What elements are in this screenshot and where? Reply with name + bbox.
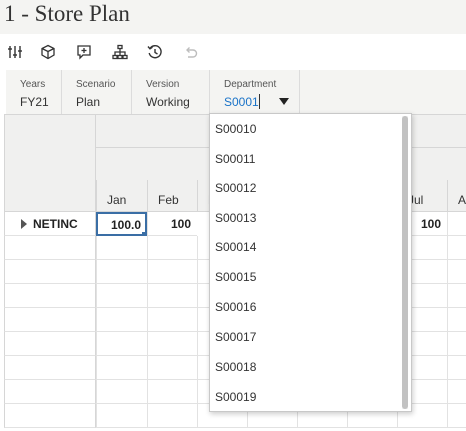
title-bar: 1 - Store Plan [0,0,466,34]
sliders-icon[interactable] [5,42,25,62]
pov-years-value: FY21 [20,95,49,109]
toolbar [0,34,466,70]
dropdown-option[interactable]: S00018 [215,352,400,381]
dropdown-option[interactable]: S00011 [215,144,400,173]
dropdown-option[interactable]: S00014 [215,232,400,261]
grid-cell[interactable] [447,332,466,356]
grid-cell[interactable]: 100 [147,212,197,236]
chevron-down-icon[interactable] [279,98,289,105]
dropdown-option[interactable]: S00015 [215,262,400,291]
department-dropdown-list[interactable]: S00010 S00011 S00012 S00013 S00014 S0001… [209,113,412,412]
grid-cell[interactable] [147,332,197,356]
dropdown-option[interactable]: S00013 [215,203,400,232]
cube-settings-icon[interactable] [38,42,58,62]
column-header[interactable]: Au [447,180,466,212]
pov-version-label: Version [146,79,180,90]
dropdown-option[interactable]: S00012 [215,173,400,202]
pov-version[interactable]: Version Working [132,70,210,114]
undo-icon[interactable] [180,42,200,62]
grid-cell[interactable] [96,284,147,308]
grid-cell[interactable] [447,260,466,284]
add-comment-icon[interactable] [74,42,94,62]
pov-version-value: Working [146,95,190,109]
grid-cell[interactable] [96,260,147,284]
empty-row-header[interactable] [4,236,96,260]
pov-scenario-value: Plan [76,95,101,109]
row-header-netinc[interactable]: NETINC [4,212,96,236]
grid-cell[interactable] [96,236,147,260]
expand-icon[interactable] [21,219,27,229]
column-header[interactable]: Feb [147,180,197,212]
grid-cell[interactable] [96,332,147,356]
hierarchy-icon[interactable] [110,42,130,62]
dropdown-option[interactable]: S00017 [215,322,400,351]
pov-years[interactable]: Years FY21 [6,70,62,114]
grid-cell[interactable] [447,404,466,428]
grid-cell[interactable] [147,236,197,260]
grid-cell[interactable] [447,308,466,332]
grid-cell[interactable] [96,356,147,380]
grid-cell[interactable] [147,308,197,332]
page-title: 1 - Store Plan [4,1,130,26]
row-header-label: NETINC [33,217,78,231]
grid-cell[interactable] [147,260,197,284]
text-caret [259,94,260,109]
grid-cell[interactable] [96,308,147,332]
pov-department-label: Department [224,79,277,90]
grid-cell[interactable] [96,404,147,428]
grid-cell[interactable] [447,380,466,404]
empty-row-header[interactable] [4,284,96,308]
grid-cell[interactable] [447,356,466,380]
empty-row-header[interactable] [4,404,96,428]
empty-row-header[interactable] [4,380,96,404]
grid-cell[interactable] [147,356,197,380]
column-header[interactable]: Jan [96,180,147,212]
dropdown-option[interactable]: S00010 [215,114,400,143]
grid-cell[interactable] [96,380,147,404]
pov-scenario-label: Scenario [76,79,116,90]
pov-years-label: Years [20,79,46,90]
grid-cell-active[interactable]: 100.0 [96,212,147,236]
empty-row-header[interactable] [4,356,96,380]
grid-cell[interactable] [447,212,466,236]
grid-cell[interactable] [147,284,197,308]
grid-cell[interactable] [447,236,466,260]
grid-cell[interactable] [147,404,197,428]
pov-bar: Years FY21 Scenario Plan Version Working… [6,70,466,114]
empty-row-header[interactable] [4,260,96,284]
dropdown-scrollbar-thumb[interactable] [402,116,408,409]
empty-row-header[interactable] [4,308,96,332]
grid-corner [4,114,96,212]
grid-cell[interactable] [147,380,197,404]
dropdown-option[interactable]: S00016 [215,292,400,321]
dropdown-option[interactable]: S00019 [215,382,400,411]
history-icon[interactable] [145,42,165,62]
empty-row-header[interactable] [4,332,96,356]
pov-scenario[interactable]: Scenario Plan [62,70,132,114]
grid-cell[interactable] [447,284,466,308]
